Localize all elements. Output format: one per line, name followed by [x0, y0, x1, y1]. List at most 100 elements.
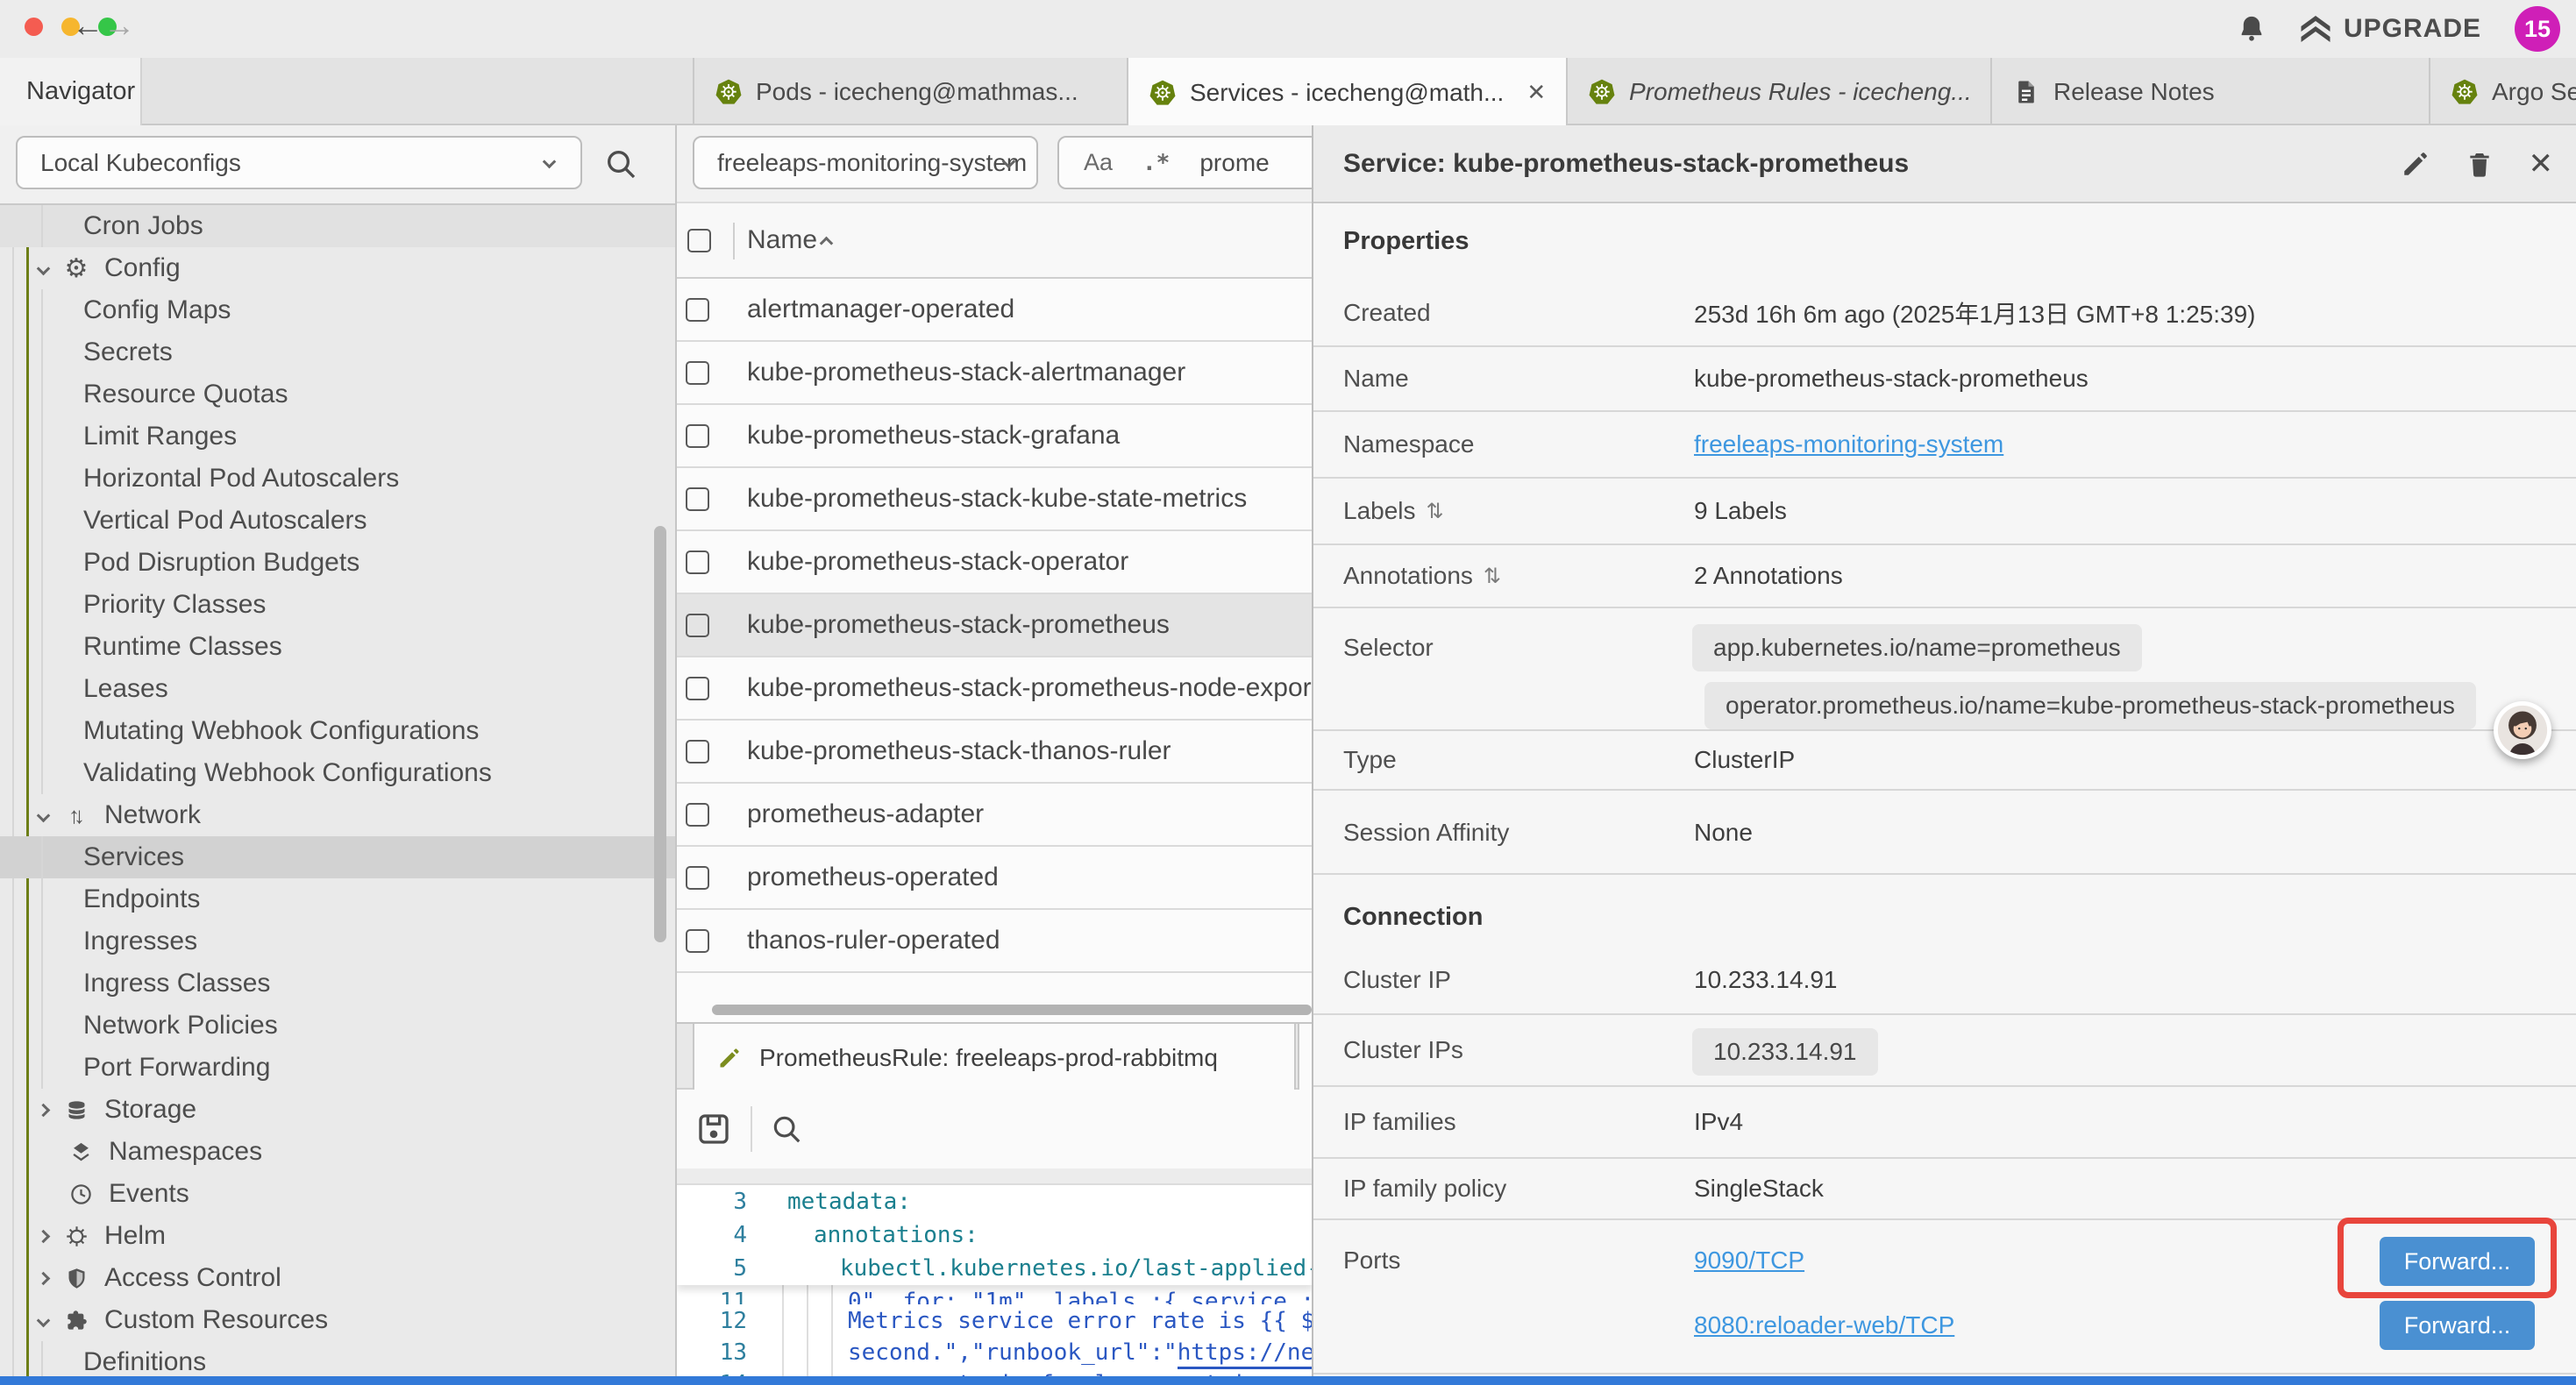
sidebar-item-pod-disruption-budgets[interactable]: Pod Disruption Budgets — [0, 542, 675, 584]
sidebar-item-horizontal-pod-autoscalers[interactable]: Horizontal Pod Autoscalers — [0, 458, 675, 500]
chevron-down-icon[interactable] — [37, 1313, 51, 1327]
regex-icon[interactable]: .* — [1142, 150, 1170, 176]
sidebar-item-limit-ranges[interactable]: Limit Ranges — [0, 416, 675, 458]
tab-services[interactable]: Services - icecheng@math... ✕ — [1128, 58, 1568, 127]
sidebar-group-storage[interactable]: Storage — [0, 1089, 675, 1131]
table-row-selected[interactable]: kube-prometheus-stack-prometheus — [677, 594, 1312, 657]
table-row[interactable]: kube-prometheus-stack-grafana — [677, 405, 1312, 468]
table-row[interactable]: kube-prometheus-stack-prometheus-node-ex… — [677, 657, 1312, 721]
table-row[interactable]: thanos-ruler-operated — [677, 910, 1312, 973]
gear-icon: ⚙ — [62, 253, 90, 284]
sidebar-item-events[interactable]: Events — [0, 1173, 675, 1215]
assistant-avatar[interactable] — [2494, 701, 2551, 759]
runbook-url-link[interactable]: https://net — [1178, 1339, 1312, 1369]
sidebar-item-definitions[interactable]: Definitions — [0, 1341, 675, 1376]
row-checkbox[interactable] — [686, 803, 709, 827]
upgrade-button[interactable]: UPGRADE — [2300, 14, 2481, 44]
bell-icon[interactable] — [2237, 14, 2266, 44]
sidebar-scrollbar[interactable] — [654, 526, 666, 942]
back-arrow-icon[interactable]: ← — [72, 7, 103, 44]
sidebar-item-services[interactable]: Services — [0, 836, 675, 878]
sidebar-item-leases[interactable]: Leases — [0, 668, 675, 710]
forward-button-8080[interactable]: Forward... — [2380, 1301, 2535, 1350]
table-row[interactable]: kube-prometheus-stack-alertmanager — [677, 342, 1312, 405]
sidebar-item-secrets[interactable]: Secrets — [0, 331, 675, 373]
sidebar-item-runtime-classes[interactable]: Runtime Classes — [0, 626, 675, 668]
tab-release-notes[interactable]: Release Notes — [1992, 58, 2430, 125]
namespace-select[interactable]: freeleaps-monitoring-system — [693, 136, 1038, 189]
sidebar-item-resource-quotas[interactable]: Resource Quotas — [0, 373, 675, 416]
row-checkbox[interactable] — [686, 866, 709, 890]
select-all-checkbox[interactable] — [687, 229, 711, 252]
row-checkbox[interactable] — [686, 740, 709, 764]
port-link-8080[interactable]: 8080:reloader-web/TCP — [1694, 1311, 1954, 1339]
row-checkbox[interactable] — [686, 361, 709, 385]
sidebar-item-ingresses[interactable]: Ingresses — [0, 920, 675, 962]
table-row[interactable]: alertmanager-operated — [677, 279, 1312, 342]
expand-collapse-icon[interactable]: ⇅ — [1427, 499, 1444, 524]
sidebar-item-vertical-pod-autoscalers[interactable]: Vertical Pod Autoscalers — [0, 500, 675, 542]
editor-tab-prometheusrule[interactable]: PrometheusRule: freeleaps-prod-rabbitmq — [693, 1024, 1296, 1091]
chevron-right-icon[interactable] — [37, 1229, 51, 1243]
edit-icon[interactable] — [2401, 149, 2430, 179]
row-checkbox[interactable] — [686, 298, 709, 322]
search-icon[interactable] — [770, 1112, 803, 1146]
editor-tab-partial[interactable] — [1298, 1024, 1312, 1091]
table-row[interactable]: prometheus-adapter — [677, 784, 1312, 847]
sidebar-group-helm[interactable]: Helm — [0, 1215, 675, 1257]
save-icon[interactable] — [696, 1112, 731, 1147]
row-checkbox[interactable] — [686, 677, 709, 700]
profile-badge[interactable]: 15 — [2515, 6, 2560, 52]
row-checkbox[interactable] — [686, 614, 709, 637]
trash-icon[interactable] — [2466, 150, 2494, 178]
sidebar-group-config[interactable]: ⚙ Config — [0, 247, 675, 289]
sidebar-item-network-policies[interactable]: Network Policies — [0, 1005, 675, 1047]
expand-collapse-icon[interactable]: ⇅ — [1484, 564, 1501, 589]
yaml-editor[interactable]: 3 metadata: 4 annotations: 5 kubectl.kub… — [677, 1185, 1312, 1376]
column-name-header[interactable]: Name — [747, 225, 817, 255]
forward-arrow-icon[interactable]: → — [103, 7, 135, 44]
sort-ascending-icon[interactable] — [820, 237, 834, 251]
navigator-panel-tab[interactable]: Navigator — [0, 58, 142, 125]
window-close-button[interactable] — [25, 18, 43, 36]
horizontal-scrollbar[interactable] — [712, 1005, 1312, 1015]
sidebar-item-validating-webhook-configurations[interactable]: Validating Webhook Configurations — [0, 752, 675, 794]
table-row[interactable]: prometheus-operated — [677, 847, 1312, 910]
sidebar-group-access-control[interactable]: Access Control — [0, 1257, 675, 1299]
table-row[interactable]: kube-prometheus-stack-kube-state-metrics — [677, 468, 1312, 531]
sidebar-item-ingress-classes[interactable]: Ingress Classes — [0, 962, 675, 1005]
close-panel-icon[interactable]: ✕ — [2529, 146, 2554, 181]
tab-argo[interactable]: Argo Se — [2430, 58, 2576, 125]
close-tab-icon[interactable]: ✕ — [1526, 79, 1546, 106]
table-row[interactable]: kube-prometheus-stack-operator — [677, 531, 1312, 594]
sidebar-item-cron-jobs[interactable]: Cron Jobs — [0, 205, 675, 247]
table-row[interactable]: kube-prometheus-stack-thanos-ruler — [677, 721, 1312, 784]
port-link-9090[interactable]: 9090/TCP — [1694, 1246, 1804, 1275]
chevron-down-icon[interactable] — [37, 808, 51, 822]
tab-prometheus-rules[interactable]: Prometheus Rules - icecheng... — [1568, 58, 1992, 125]
selector-chip[interactable]: operator.prometheus.io/name=kube-prometh… — [1704, 682, 2476, 729]
cluster-ip-chip[interactable]: 10.233.14.91 — [1692, 1028, 1878, 1076]
match-case-icon[interactable]: Aa — [1084, 149, 1113, 176]
sidebar-item-config-maps[interactable]: Config Maps — [0, 289, 675, 331]
row-checkbox[interactable] — [686, 929, 709, 953]
sidebar-group-network[interactable]: ↑↓ Network — [0, 794, 675, 836]
namespace-link[interactable]: freeleaps-monitoring-system — [1694, 430, 2003, 458]
sidebar-group-custom-resources[interactable]: Custom Resources — [0, 1299, 675, 1341]
tab-pods[interactable]: Pods - icecheng@mathmas... — [693, 58, 1128, 125]
chevron-right-icon[interactable] — [37, 1271, 51, 1285]
chevron-down-icon[interactable] — [37, 261, 51, 275]
sidebar-item-namespaces[interactable]: Namespaces — [0, 1131, 675, 1173]
sidebar-item-endpoints[interactable]: Endpoints — [0, 878, 675, 920]
row-checkbox[interactable] — [686, 550, 709, 574]
sidebar-item-priority-classes[interactable]: Priority Classes — [0, 584, 675, 626]
row-checkbox[interactable] — [686, 487, 709, 511]
chevron-right-icon[interactable] — [37, 1103, 51, 1117]
row-checkbox[interactable] — [686, 424, 709, 448]
selector-chip[interactable]: app.kubernetes.io/name=prometheus — [1692, 624, 2142, 671]
kubeconfig-select[interactable]: Local Kubeconfigs — [16, 136, 582, 189]
filter-input[interactable]: Aa .* prome — [1057, 136, 1312, 189]
sidebar-item-mutating-webhook-configurations[interactable]: Mutating Webhook Configurations — [0, 710, 675, 752]
search-icon[interactable] — [603, 146, 638, 181]
sidebar-item-port-forwarding[interactable]: Port Forwarding — [0, 1047, 675, 1089]
